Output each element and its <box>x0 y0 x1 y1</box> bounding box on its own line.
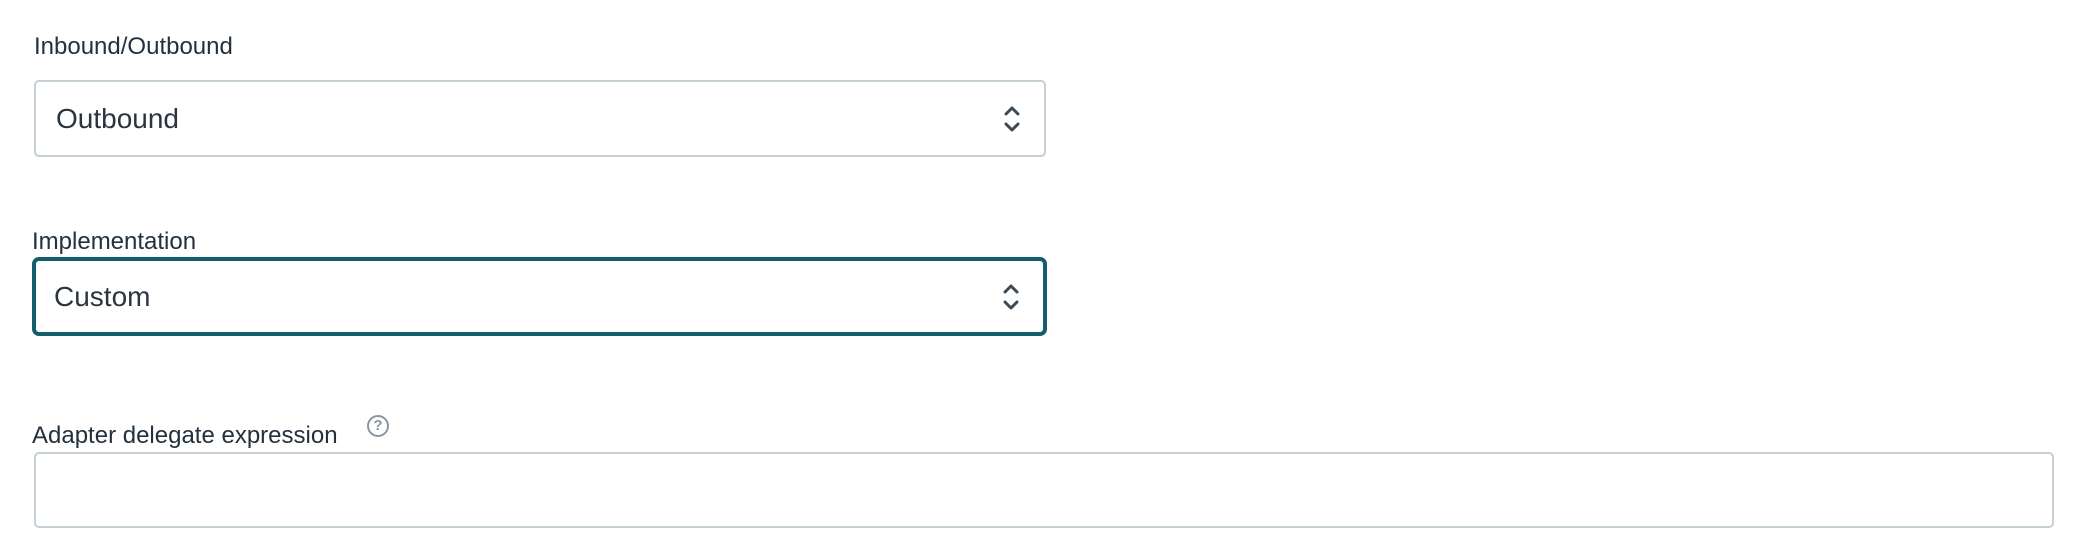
direction-label: Inbound/Outbound <box>34 33 233 60</box>
implementation-label: Implementation <box>32 228 197 255</box>
chevron-up-down-icon <box>1003 284 1019 309</box>
adapter-delegate-expression-label: Adapter delegate expression <box>32 422 338 449</box>
direction-select[interactable]: Outbound <box>34 80 1046 157</box>
chevron-up-down-icon <box>1004 106 1020 131</box>
help-icon[interactable]: ? <box>367 415 389 437</box>
direction-select-value: Outbound <box>56 102 179 134</box>
implementation-select[interactable]: Custom <box>32 257 1047 336</box>
adapter-delegate-expression-input[interactable] <box>34 452 2054 528</box>
implementation-select-value: Custom <box>54 280 151 312</box>
